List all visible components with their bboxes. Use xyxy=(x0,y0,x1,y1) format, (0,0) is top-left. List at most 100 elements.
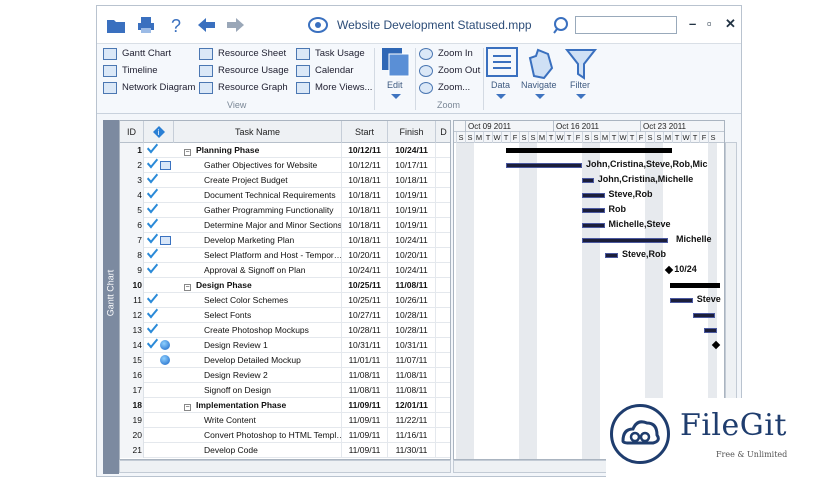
task-finish[interactable]: 10/24/11 xyxy=(388,263,436,278)
calendar-view-button[interactable]: Calendar xyxy=(296,63,354,78)
task-finish[interactable]: 10/26/11 xyxy=(388,293,436,308)
task-row[interactable]: 4 Document Technical Requirements 10/18/11… xyxy=(120,188,450,203)
task-name[interactable]: Select Fonts xyxy=(174,308,342,323)
task-row[interactable]: 9 Approval & Signoff on Plan 10/24/11 10/24… xyxy=(120,263,450,278)
back-arrow-icon[interactable] xyxy=(195,14,217,36)
task-name[interactable]: Gather Objectives for Website xyxy=(174,158,342,173)
task-name[interactable]: Design Review 2 xyxy=(174,368,342,383)
task-name[interactable]: Signoff on Design xyxy=(174,383,342,398)
task-row[interactable]: 12 Select Fonts 10/27/11 10/28/11 xyxy=(120,308,450,323)
task-name[interactable]: Select Platform and Host - Tempor… xyxy=(174,248,342,263)
task-name[interactable]: − Implementation Phase xyxy=(174,398,342,413)
task-finish[interactable]: 10/24/11 xyxy=(388,233,436,248)
column-header-finish[interactable]: Finish xyxy=(388,121,436,143)
summary-bar[interactable] xyxy=(670,283,720,288)
task-finish[interactable]: 10/31/11 xyxy=(388,338,436,353)
close-button[interactable]: ✕ xyxy=(725,16,736,32)
collapse-icon[interactable]: − xyxy=(184,404,191,411)
task-finish[interactable]: 11/16/11 xyxy=(388,428,436,443)
network-diagram-view-button[interactable]: Network Diagram xyxy=(103,80,195,95)
task-start[interactable]: 10/18/11 xyxy=(342,173,388,188)
notes-icon[interactable] xyxy=(160,236,171,245)
task-row[interactable]: 11 Select Color Schemes 10/25/11 10/26/11 xyxy=(120,293,450,308)
filter-label[interactable]: Filter xyxy=(570,80,590,90)
forward-arrow-icon[interactable] xyxy=(225,14,247,36)
column-header-id[interactable]: ID xyxy=(120,121,144,143)
milestone-marker[interactable] xyxy=(664,265,673,275)
zoom-dialog-button[interactable]: Zoom... xyxy=(419,80,470,95)
task-name[interactable]: Create Photoshop Mockups xyxy=(174,323,342,338)
print-icon[interactable] xyxy=(135,14,157,36)
task-finish[interactable]: 10/20/11 xyxy=(388,248,436,263)
task-row[interactable]: 2 Gather Objectives for Website 10/12/11 10… xyxy=(120,158,450,173)
task-row[interactable]: 5 Gather Programming Functionality 10/18/1… xyxy=(120,203,450,218)
column-header-task-name[interactable]: Task Name xyxy=(174,121,342,143)
folder-icon[interactable] xyxy=(105,14,127,36)
task-row[interactable]: 15 Develop Detailed Mockup 11/01/11 11/07/1… xyxy=(120,353,450,368)
task-start[interactable]: 10/18/11 xyxy=(342,203,388,218)
task-bar[interactable] xyxy=(582,208,605,213)
navigate-label[interactable]: Navigate xyxy=(521,80,557,90)
task-start[interactable]: 10/25/11 xyxy=(342,278,388,293)
task-row[interactable]: 21 Develop Code 11/09/11 11/30/11 xyxy=(120,443,450,458)
task-finish[interactable]: 10/19/11 xyxy=(388,218,436,233)
task-start[interactable]: 10/25/11 xyxy=(342,293,388,308)
maximize-button[interactable]: ▫ xyxy=(707,16,712,31)
task-row[interactable]: 13 Create Photoshop Mockups 10/28/11 10/28/… xyxy=(120,323,450,338)
task-row[interactable]: 19 Write Content 11/09/11 11/22/11 xyxy=(120,413,450,428)
task-finish[interactable]: 10/28/11 xyxy=(388,308,436,323)
task-bar[interactable] xyxy=(505,163,582,168)
more-views-button[interactable]: More Views... xyxy=(296,80,372,95)
task-name[interactable]: Determine Major and Minor Sections xyxy=(174,218,342,233)
task-finish[interactable]: 10/19/11 xyxy=(388,203,436,218)
search-input[interactable] xyxy=(575,16,677,34)
task-finish[interactable]: 11/08/11 xyxy=(388,368,436,383)
resource-graph-view-button[interactable]: Resource Graph xyxy=(199,80,288,95)
task-usage-view-button[interactable]: Task Usage xyxy=(296,46,365,61)
notes-icon[interactable] xyxy=(160,161,171,170)
gantt-chart-view-button[interactable]: Gantt Chart xyxy=(103,46,171,61)
globe-icon[interactable] xyxy=(160,340,170,350)
task-name[interactable]: Develop Marketing Plan xyxy=(174,233,342,248)
task-name[interactable]: Gather Programming Functionality xyxy=(174,203,342,218)
task-name[interactable]: Select Color Schemes xyxy=(174,293,342,308)
resource-usage-view-button[interactable]: Resource Usage xyxy=(199,63,289,78)
task-start[interactable]: 11/09/11 xyxy=(342,398,388,413)
task-row[interactable]: 14 Design Review 1 10/31/11 10/31/11 xyxy=(120,338,450,353)
task-start[interactable]: 10/28/11 xyxy=(342,323,388,338)
grid-horizontal-scrollbar[interactable] xyxy=(119,460,451,473)
task-bar[interactable] xyxy=(670,298,693,303)
task-name[interactable]: − Planning Phase xyxy=(174,143,342,158)
task-start[interactable]: 11/01/11 xyxy=(342,353,388,368)
task-start[interactable]: 10/24/11 xyxy=(342,263,388,278)
task-start[interactable]: 11/09/11 xyxy=(342,443,388,458)
column-header-start[interactable]: Start xyxy=(342,121,388,143)
data-label[interactable]: Data xyxy=(491,80,510,90)
navigate-dropdown-arrow[interactable] xyxy=(535,94,545,99)
task-bar[interactable] xyxy=(582,238,668,243)
task-name[interactable]: Design Review 1 xyxy=(174,338,342,353)
column-header-duration[interactable]: D xyxy=(436,121,450,143)
task-start[interactable]: 11/09/11 xyxy=(342,413,388,428)
minimize-button[interactable]: – xyxy=(689,16,696,31)
task-name[interactable]: Create Project Budget xyxy=(174,173,342,188)
timeline-view-button[interactable]: Timeline xyxy=(103,63,158,78)
task-name[interactable]: Develop Code xyxy=(174,443,342,458)
summary-task-row[interactable]: 10 − Design Phase 10/25/11 11/08/11 xyxy=(120,278,450,293)
collapse-icon[interactable]: − xyxy=(184,149,191,156)
task-start[interactable]: 11/08/11 xyxy=(342,368,388,383)
task-start[interactable]: 10/20/11 xyxy=(342,248,388,263)
task-finish[interactable]: 11/08/11 xyxy=(388,278,436,293)
task-name[interactable]: − Design Phase xyxy=(174,278,342,293)
task-finish[interactable]: 11/22/11 xyxy=(388,413,436,428)
task-start[interactable]: 11/08/11 xyxy=(342,383,388,398)
task-row[interactable]: 3 Create Project Budget 10/18/11 10/18/11 xyxy=(120,173,450,188)
task-start[interactable]: 10/31/11 xyxy=(342,338,388,353)
task-finish[interactable]: 11/07/11 xyxy=(388,353,436,368)
summary-task-row[interactable]: 18 − Implementation Phase 11/09/11 12/01/11 xyxy=(120,398,450,413)
task-bar[interactable] xyxy=(692,313,716,318)
task-finish[interactable]: 11/30/11 xyxy=(388,443,436,458)
help-icon[interactable]: ? xyxy=(165,14,187,36)
task-row[interactable]: 20 Convert Photoshop to HTML Templ… 11/09/… xyxy=(120,428,450,443)
task-start[interactable]: 10/18/11 xyxy=(342,188,388,203)
